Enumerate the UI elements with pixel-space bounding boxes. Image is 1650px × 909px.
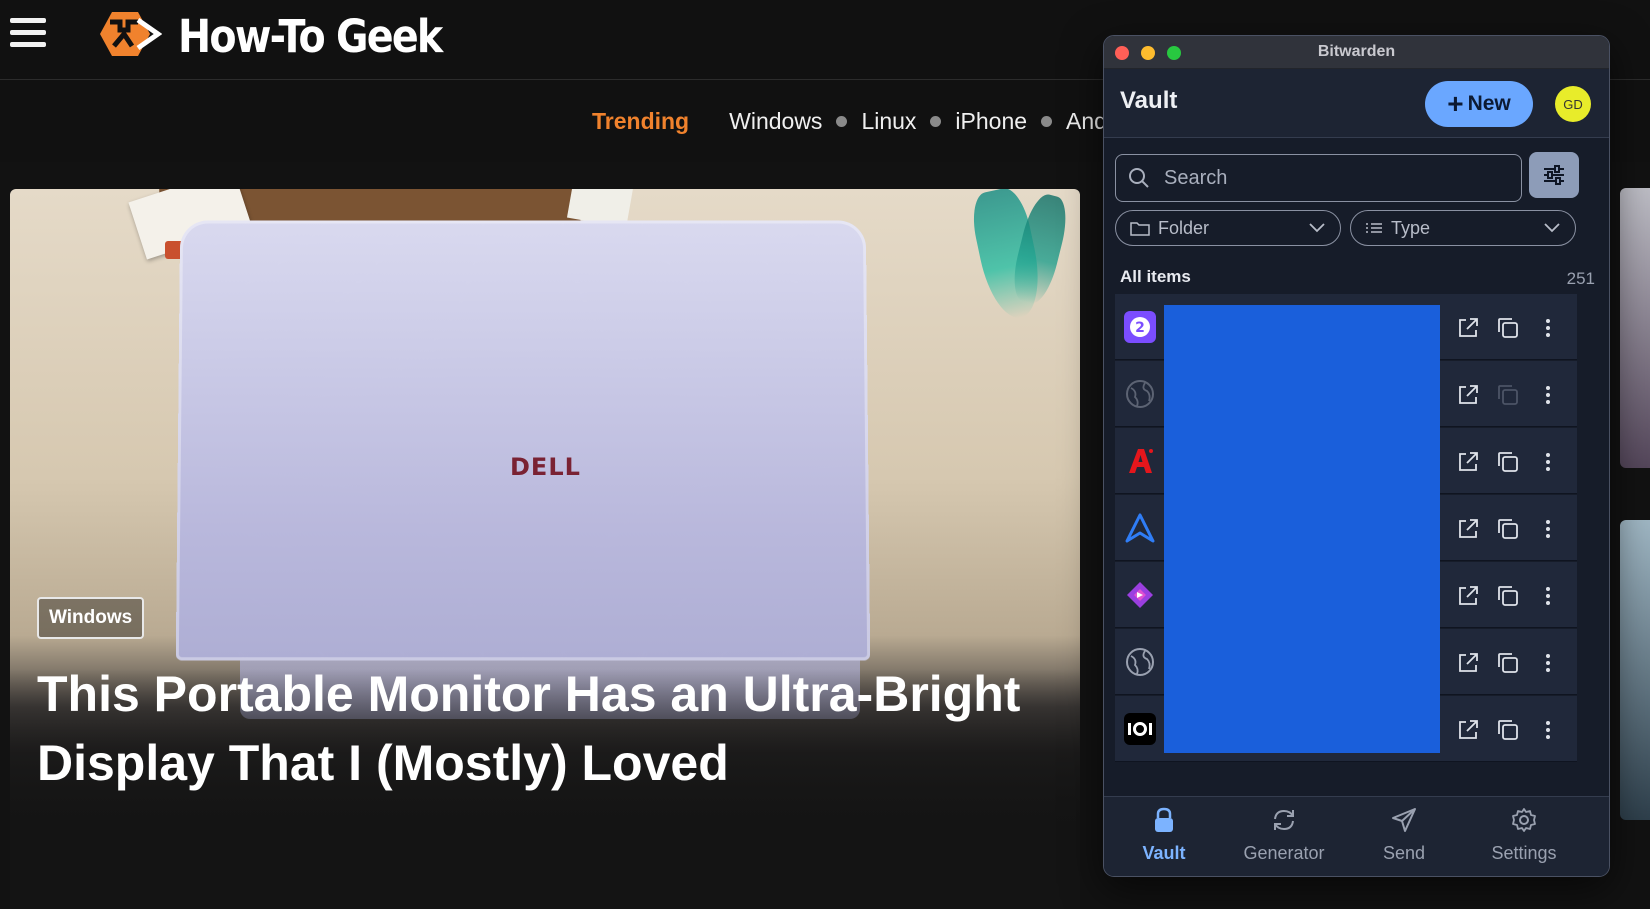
more-options-icon[interactable] [1536, 584, 1560, 608]
refresh-icon [1274, 809, 1294, 831]
plus-icon: + [1447, 88, 1464, 119]
side-card-thumbnail[interactable] [1620, 188, 1650, 468]
tab-vault[interactable]: Vault [1104, 807, 1224, 864]
tab-send[interactable]: Send [1344, 807, 1464, 864]
blue-arrow-app-icon [1124, 512, 1156, 544]
black-ioi-app-icon [1124, 713, 1156, 745]
purple-diamond-app-icon [1124, 579, 1156, 611]
launch-icon[interactable] [1456, 383, 1480, 407]
copy-icon[interactable] [1496, 316, 1520, 340]
new-item-label: New [1467, 92, 1511, 115]
hero-article-title[interactable]: This Portable Monitor Has an Ultra-Brigh… [37, 660, 1037, 798]
globe-icon [1124, 646, 1156, 678]
folder-select[interactable]: Folder [1115, 210, 1341, 246]
folder-select-label: Folder [1158, 217, 1210, 238]
tab-generator-label: Generator [1243, 843, 1325, 863]
bitwarden-window: Bitwarden Vault + New GD Folder [1103, 35, 1610, 877]
folder-icon [1130, 222, 1150, 236]
purple-2-app-icon: 2 [1124, 311, 1156, 343]
globe-icon [1124, 378, 1156, 410]
nav-separator-dot [930, 116, 942, 127]
copy-icon[interactable] [1496, 517, 1520, 541]
bottom-nav: Vault Generator Send Settings [1104, 796, 1609, 876]
item-count: 251 [1566, 269, 1595, 288]
copy-icon[interactable] [1496, 450, 1520, 474]
chevron-down-icon [1544, 223, 1560, 233]
page-title: Vault [1120, 87, 1178, 114]
window-titlebar[interactable]: Bitwarden [1104, 36, 1609, 69]
copy-icon[interactable] [1496, 651, 1520, 675]
tab-generator[interactable]: Generator [1224, 807, 1344, 864]
gear-icon [1512, 808, 1536, 832]
search-icon [1129, 168, 1149, 188]
avatar[interactable]: GD [1555, 86, 1591, 122]
sliders-icon [1544, 165, 1564, 185]
launch-icon[interactable] [1456, 316, 1480, 340]
type-select[interactable]: Type [1350, 210, 1576, 246]
nav-link-iphone[interactable]: iPhone [955, 108, 1027, 135]
more-options-icon[interactable] [1536, 383, 1560, 407]
nav-link-windows[interactable]: Windows [729, 108, 822, 135]
filter-settings-button[interactable] [1529, 152, 1579, 198]
hero-article-card[interactable]: DELL [10, 189, 1080, 909]
copy-icon[interactable] [1496, 718, 1520, 742]
list-icon [1366, 223, 1382, 233]
tab-send-label: Send [1382, 843, 1426, 863]
category-badge[interactable]: Windows [37, 597, 145, 639]
more-options-icon[interactable] [1536, 316, 1560, 340]
nav-link-linux[interactable]: Linux [861, 108, 916, 135]
launch-icon[interactable] [1456, 517, 1480, 541]
window-title: Bitwarden [1317, 43, 1396, 60]
launch-icon[interactable] [1456, 450, 1480, 474]
new-item-button[interactable]: + New [1425, 81, 1533, 127]
more-options-icon[interactable] [1536, 450, 1560, 474]
vault-header: Vault + New GD [1104, 69, 1609, 138]
launch-icon[interactable] [1456, 718, 1480, 742]
howtogeek-logo-icon[interactable] [98, 8, 162, 60]
nav-link-android-truncated[interactable]: And [1066, 108, 1107, 135]
type-select-label: Type [1391, 217, 1431, 238]
hamburger-menu-icon[interactable] [10, 18, 46, 50]
more-options-icon[interactable] [1536, 651, 1560, 675]
redaction-overlay [1164, 305, 1440, 753]
nav-separator-dot [836, 116, 848, 127]
more-options-icon[interactable] [1536, 718, 1560, 742]
list-heading: All items [1120, 267, 1191, 286]
side-card-thumbnail[interactable] [1620, 520, 1650, 820]
nav-separator-dot [1041, 116, 1053, 127]
lock-icon [1155, 807, 1173, 832]
svg-text:2: 2 [1135, 320, 1145, 336]
chevron-down-icon [1309, 223, 1325, 233]
site-brand-name[interactable]: How-To Geek [178, 10, 443, 63]
paper-plane-icon [1392, 808, 1416, 832]
nav-trending[interactable]: Trending [592, 108, 689, 135]
dell-logo: DELL [510, 453, 581, 481]
search-box[interactable] [1115, 154, 1522, 202]
tab-vault-label: Vault [1142, 843, 1186, 863]
launch-icon[interactable] [1456, 651, 1480, 675]
more-options-icon[interactable] [1536, 517, 1560, 541]
launch-icon[interactable] [1456, 584, 1480, 608]
tab-settings[interactable]: Settings [1464, 807, 1584, 864]
nav-links: Trending Windows Linux iPhone And [592, 108, 1107, 135]
red-a-app-icon [1124, 445, 1156, 477]
search-input[interactable] [1162, 165, 1496, 191]
tab-settings-label: Settings [1491, 843, 1557, 863]
copy-icon-disabled [1498, 385, 1518, 405]
hero-image-laptop [175, 220, 871, 661]
copy-icon[interactable] [1496, 584, 1520, 608]
